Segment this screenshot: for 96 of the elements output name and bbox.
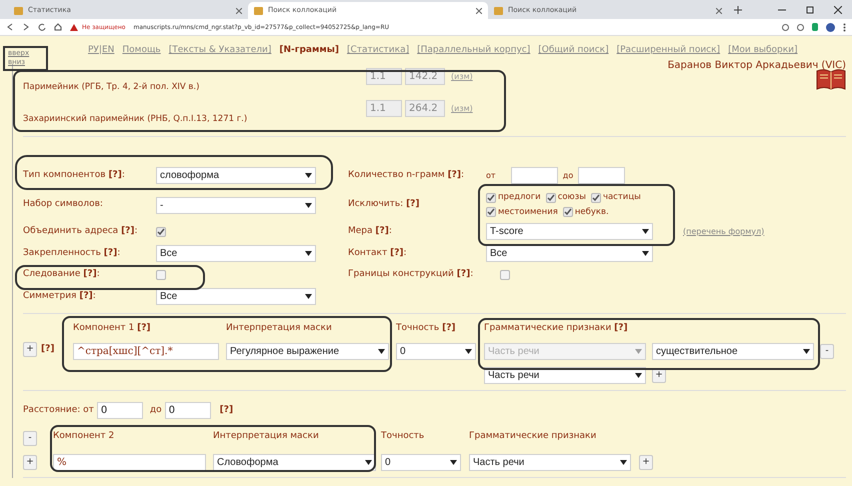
option-label[interactable]: небукв. xyxy=(574,206,609,219)
favicon-icon xyxy=(14,6,23,14)
dropdown[interactable]: T-score xyxy=(486,223,653,240)
field-label: Компонент 2 xyxy=(53,430,116,443)
caret-icon xyxy=(305,251,312,256)
add-button[interactable]: + xyxy=(23,454,37,470)
remove-button[interactable]: - xyxy=(23,430,37,446)
checkbox[interactable] xyxy=(562,207,573,218)
input-field[interactable]: 0 xyxy=(164,402,211,419)
field-label: Набор символов: xyxy=(23,198,104,212)
dropdown[interactable]: Все xyxy=(156,245,316,262)
back-icon[interactable] xyxy=(6,23,14,31)
caret-icon xyxy=(378,349,385,354)
caret-icon xyxy=(305,294,312,299)
nav-link[interactable]: [N-граммы] xyxy=(279,44,339,58)
field-label: до xyxy=(562,170,574,182)
remove-button[interactable]: - xyxy=(820,344,834,359)
close-icon[interactable] xyxy=(834,6,842,14)
field-label: Границы конструкций [?]: xyxy=(348,268,474,282)
warning-icon xyxy=(70,24,78,30)
caret-icon xyxy=(305,202,312,208)
favicon-icon xyxy=(494,6,503,14)
dropdown[interactable]: Регулярное выражение xyxy=(226,343,389,360)
restore-icon[interactable] xyxy=(806,6,814,14)
add-button[interactable]: + xyxy=(639,454,653,470)
dropdown[interactable]: 0 xyxy=(396,343,476,360)
caret-icon xyxy=(642,251,649,256)
checkbox[interactable] xyxy=(486,207,496,218)
dropdown[interactable]: 0 xyxy=(381,454,461,470)
dropdown[interactable]: Все xyxy=(156,288,316,305)
option-label[interactable]: союзы xyxy=(558,191,586,204)
caret-icon xyxy=(620,460,627,464)
profile-icon[interactable] xyxy=(826,22,835,32)
input-field[interactable] xyxy=(578,167,625,184)
field-label: Симметрия [?]: xyxy=(23,290,97,303)
user-name[interactable]: Баранов Виктор Аркадьевич (VIC) xyxy=(668,60,846,72)
caret-icon xyxy=(365,460,372,464)
menu-icon[interactable] xyxy=(843,22,846,32)
checkbox[interactable] xyxy=(590,192,601,203)
reload-icon[interactable] xyxy=(38,23,46,31)
checkbox[interactable] xyxy=(500,270,510,280)
dropdown[interactable]: Словоформа xyxy=(213,454,376,470)
checkbox[interactable] xyxy=(156,270,166,280)
field-label: Компонент 1 [?] xyxy=(73,322,152,335)
checkbox[interactable] xyxy=(156,226,166,236)
new-tab-icon[interactable] xyxy=(734,6,742,14)
field-label: Объединить адреса [?]: xyxy=(23,224,139,238)
manuscript-title: Захариинский паримейник (РНБ, Q.п.I.13, 1271 г.) xyxy=(23,112,248,126)
field-label: Тип компонентов [?]: xyxy=(23,168,126,182)
dropdown[interactable]: - xyxy=(156,196,316,214)
field-label: от xyxy=(486,170,497,182)
help-link[interactable]: [?] xyxy=(41,342,54,356)
option-label[interactable]: местоимения xyxy=(498,206,558,219)
field-label: Мера [?]: xyxy=(348,224,393,238)
checkbox[interactable] xyxy=(486,192,496,203)
option-label[interactable]: предлоги xyxy=(498,191,541,204)
caret-icon xyxy=(642,229,649,234)
field-label: Интерпретация маски xyxy=(213,430,320,443)
field-label: Грамматические признаки [?] xyxy=(484,322,629,335)
input-field[interactable]: 0 xyxy=(96,402,143,419)
help-link[interactable]: [?] xyxy=(220,404,234,418)
dropdown[interactable]: существительное xyxy=(652,343,814,360)
manuscript-title: Паримейник (РГБ, Тр. 4, 2-й пол. XIV в.) xyxy=(23,80,200,94)
dropdown[interactable]: Все xyxy=(486,245,653,262)
field-label: Количество n-грамм [?]: xyxy=(348,168,466,182)
close-icon[interactable] xyxy=(716,8,722,14)
book-icon xyxy=(816,68,846,90)
caret-icon xyxy=(305,173,312,178)
input-field[interactable]: % xyxy=(53,454,206,470)
field-label: Контакт [?]: xyxy=(348,246,408,260)
dropdown[interactable]: Часть речи xyxy=(469,454,631,470)
caret-icon xyxy=(465,349,472,354)
caret-icon xyxy=(635,373,642,378)
dropdown[interactable]: словоформа xyxy=(156,167,316,184)
caret-icon xyxy=(450,460,457,464)
caret-icon xyxy=(803,349,810,354)
caret-icon xyxy=(635,349,642,354)
field-label: Грамматические признаки xyxy=(469,430,598,443)
field-label: Точность xyxy=(381,430,426,443)
close-icon[interactable] xyxy=(476,8,482,14)
field-label: до xyxy=(150,404,162,417)
add-button[interactable]: + xyxy=(23,342,37,357)
favicon-icon xyxy=(254,6,263,14)
field-label: Точность [?] xyxy=(396,322,457,335)
field-label: Исключить: [?] xyxy=(348,198,421,212)
field-label: Расстояние: от xyxy=(23,404,94,417)
field-label: Следование [?]: xyxy=(23,268,101,282)
close-icon[interactable] xyxy=(236,8,242,14)
forward-icon[interactable] xyxy=(22,23,30,31)
field-label: Закрепленность [?]: xyxy=(23,246,122,260)
input-field[interactable]: ^стра[хшс][^ст].* xyxy=(73,343,219,360)
field-label: Интерпретация маски xyxy=(226,322,333,335)
input-field[interactable] xyxy=(511,167,558,184)
home-icon[interactable] xyxy=(54,23,62,31)
checkbox[interactable] xyxy=(546,192,556,203)
option-label[interactable]: частицы xyxy=(602,191,641,204)
